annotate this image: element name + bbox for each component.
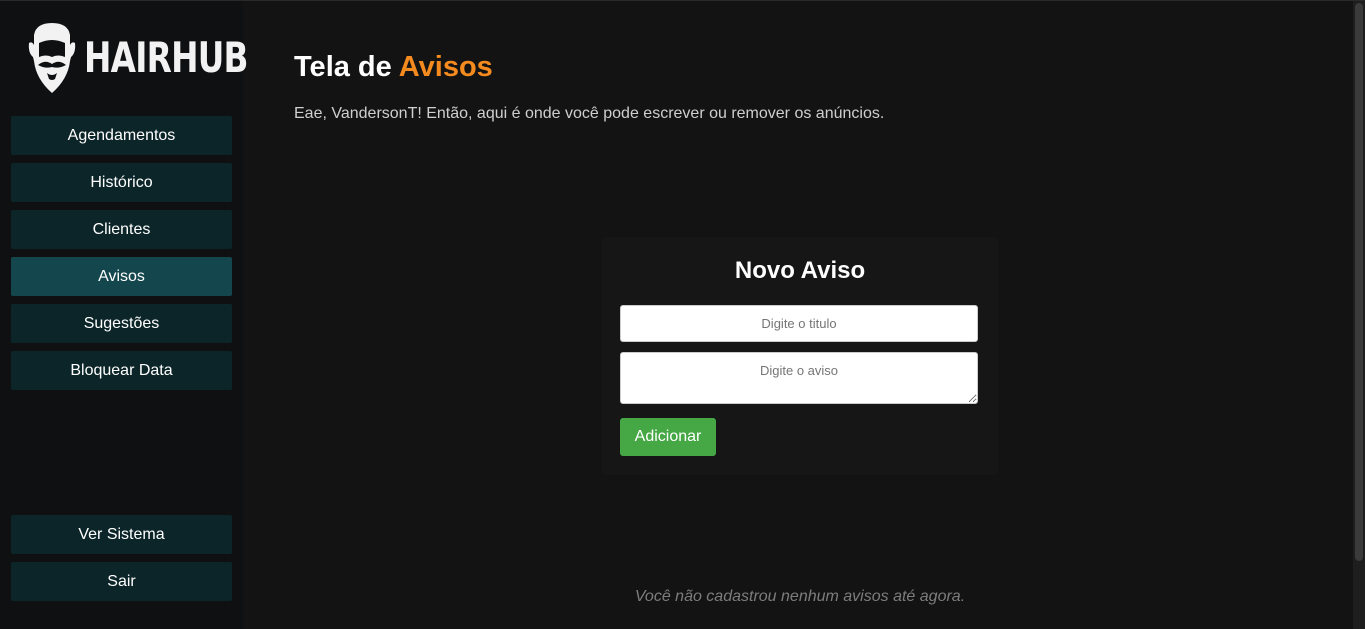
- app-window: HAIRHUB Agendamentos Histórico Clientes …: [0, 0, 1365, 629]
- page-scrollbar[interactable]: [1353, 1, 1365, 629]
- empty-state-message: Você não cadastrou nenhum avisos até ago…: [634, 588, 966, 605]
- new-notice-form: Novo Aviso Adicionar: [602, 237, 998, 475]
- page-title-accent: Avisos: [398, 51, 493, 83]
- sidebar-item-bloquear-data[interactable]: Bloquear Data: [11, 351, 232, 390]
- sidebar-item-agendamentos[interactable]: Agendamentos: [11, 116, 232, 155]
- logout-button[interactable]: Sair: [11, 562, 232, 601]
- sidebar-item-ver-sistema[interactable]: Ver Sistema: [11, 515, 232, 554]
- scrollbar-thumb[interactable]: [1355, 3, 1363, 561]
- page-title: Tela de Avisos: [294, 51, 493, 84]
- sidebar: HAIRHUB Agendamentos Histórico Clientes …: [0, 1, 248, 629]
- sidebar-item-clientes[interactable]: Clientes: [11, 210, 232, 249]
- main-content: Tela de Avisos Eae, VandersonT! Então, a…: [243, 1, 1353, 629]
- notice-title-input[interactable]: [620, 305, 978, 342]
- page-title-prefix: Tela de: [294, 51, 392, 83]
- form-heading: Novo Aviso: [734, 257, 866, 284]
- add-notice-button[interactable]: Adicionar: [620, 418, 716, 456]
- notice-body-textarea[interactable]: [620, 352, 978, 404]
- sidebar-item-avisos[interactable]: Avisos: [11, 257, 232, 296]
- bearded-man-icon: [28, 23, 76, 93]
- page-subtitle: Eae, VandersonT! Então, aqui é onde você…: [294, 105, 885, 122]
- sidebar-item-historico[interactable]: Histórico: [11, 163, 232, 202]
- sidebar-item-sugestoes[interactable]: Sugestões: [11, 304, 232, 343]
- brand-name: HAIRHUB: [84, 33, 248, 82]
